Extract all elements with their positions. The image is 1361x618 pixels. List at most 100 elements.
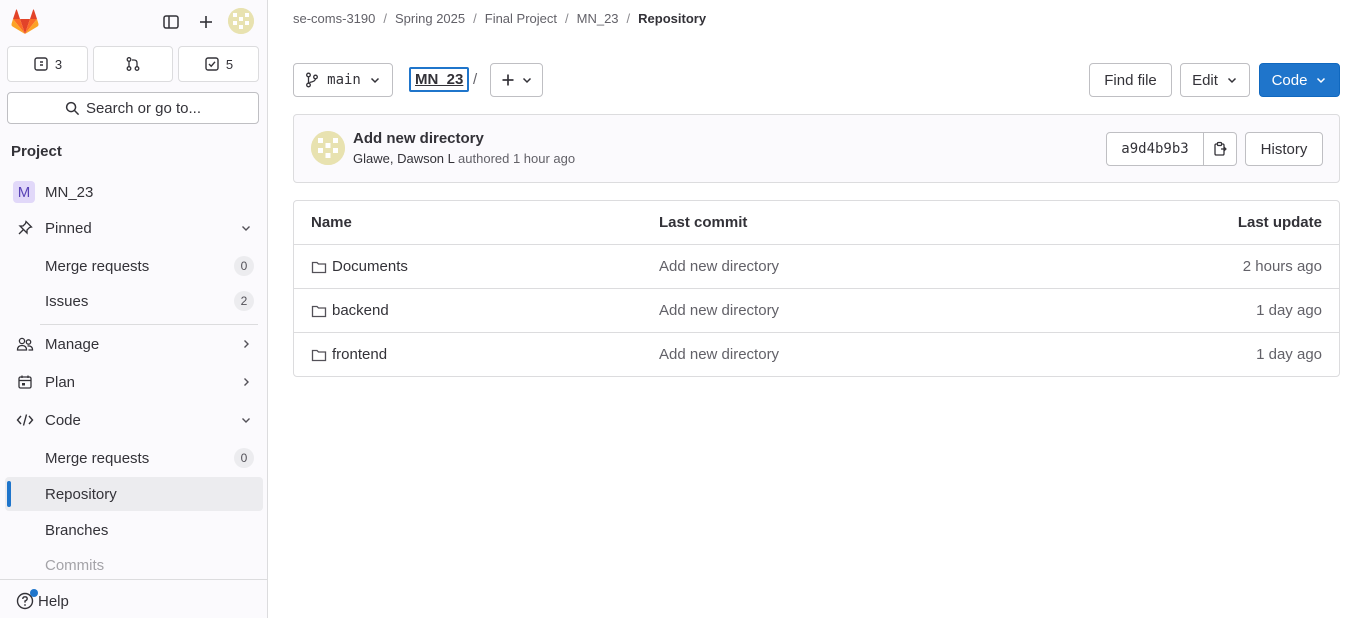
- sidebar-item-repository[interactable]: Repository: [5, 477, 263, 511]
- column-header-last-commit: Last commit: [659, 214, 748, 231]
- chevron-down-icon: [1227, 77, 1236, 84]
- branch-icon: [306, 72, 319, 88]
- sidebar-item-pinned[interactable]: Pinned: [5, 211, 263, 245]
- file-name[interactable]: Documents: [332, 258, 408, 275]
- column-header-last-update: Last update: [1237, 214, 1322, 231]
- user-avatar[interactable]: [228, 8, 254, 34]
- sidebar-item-label: Plan: [45, 373, 76, 391]
- last-commit-cell[interactable]: Add new directory: [659, 346, 779, 363]
- file-name-cell[interactable]: backend: [311, 302, 389, 319]
- pin-icon: [15, 218, 35, 238]
- section-title: Project: [11, 143, 62, 160]
- issues-icon: [34, 57, 48, 71]
- last-commit-panel: Add new directory Glawe, Dawson L author…: [293, 114, 1340, 183]
- count-badge: 2: [234, 291, 254, 311]
- commit-author[interactable]: Glawe, Dawson L: [353, 151, 454, 166]
- merge-requests-counter-button[interactable]: [93, 46, 173, 82]
- breadcrumb: se-coms-3190 / Spring 2025 / Final Proje…: [293, 11, 707, 26]
- find-file-button[interactable]: Find file: [1089, 63, 1172, 97]
- help-label: Help: [38, 592, 69, 610]
- todos-counter-button[interactable]: 5: [178, 46, 259, 82]
- todo-icon: [205, 57, 219, 71]
- issues-count: 3: [54, 56, 63, 72]
- sidebar-footer: Help: [0, 579, 267, 618]
- file-name[interactable]: backend: [332, 302, 389, 319]
- last-commit-cell[interactable]: Add new directory: [659, 258, 779, 275]
- branch-selector[interactable]: main: [293, 63, 393, 97]
- chevron-down-icon: [239, 413, 253, 427]
- help-icon: [16, 589, 38, 610]
- divider: [40, 324, 258, 325]
- edit-dropdown-button[interactable]: Edit: [1180, 63, 1250, 97]
- sidebar-toggle-icon[interactable]: [158, 9, 184, 35]
- sidebar-header: [0, 0, 267, 42]
- help-button[interactable]: Help: [16, 589, 69, 610]
- sidebar-item-label: Pinned: [45, 219, 92, 237]
- gitlab-logo-icon[interactable]: [10, 7, 40, 35]
- breadcrumb-current[interactable]: Repository: [638, 11, 706, 26]
- sidebar: 3 5 Search or go to... Project M MN_23 P…: [0, 0, 268, 618]
- sidebar-item-label: Merge requests: [45, 449, 150, 467]
- sidebar-item-pinned-issues[interactable]: Issues 2: [5, 284, 263, 318]
- path-separator: /: [473, 71, 478, 88]
- project-name: MN_23: [45, 183, 94, 201]
- sidebar-item-manage[interactable]: Manage: [5, 327, 263, 361]
- file-name-cell[interactable]: Documents: [311, 258, 408, 275]
- history-button[interactable]: History: [1245, 132, 1323, 166]
- file-tree-table: Name Last commit Last update Documents A…: [293, 200, 1340, 377]
- folder-icon: [311, 349, 327, 361]
- code-dropdown-button[interactable]: Code: [1259, 63, 1340, 97]
- breadcrumb-item[interactable]: Final Project: [485, 11, 557, 26]
- sidebar-item-label: Repository: [45, 485, 117, 503]
- commit-meta: Glawe, Dawson L authored 1 hour ago: [353, 151, 575, 166]
- table-row[interactable]: frontend Add new directory 1 day ago: [294, 333, 1339, 377]
- sidebar-item-code-merge-requests[interactable]: Merge requests 0: [5, 441, 263, 475]
- create-new-icon[interactable]: [193, 9, 219, 35]
- sidebar-item-project[interactable]: M MN_23: [5, 175, 263, 209]
- add-to-tree-button[interactable]: [490, 63, 543, 97]
- breadcrumb-item[interactable]: MN_23: [577, 11, 619, 26]
- sidebar-item-label: Code: [45, 411, 81, 429]
- last-update-cell: 1 day ago: [1256, 346, 1322, 363]
- repo-root-link[interactable]: MN_23: [409, 67, 470, 92]
- column-header-name: Name: [311, 214, 352, 231]
- todos-count: 5: [225, 56, 234, 72]
- count-badge: 0: [234, 448, 254, 468]
- chevron-down-icon: [239, 221, 253, 235]
- table-header: Name Last commit Last update: [294, 201, 1339, 245]
- sidebar-item-code[interactable]: Code: [5, 403, 263, 437]
- folder-icon: [311, 261, 327, 273]
- table-row[interactable]: backend Add new directory 1 day ago: [294, 289, 1339, 333]
- project-avatar: M: [13, 181, 35, 203]
- file-name-cell[interactable]: frontend: [311, 346, 387, 363]
- last-commit-cell[interactable]: Add new directory: [659, 302, 779, 319]
- sidebar-item-branches[interactable]: Branches: [5, 513, 263, 547]
- issues-counter-button[interactable]: 3: [7, 46, 88, 82]
- sidebar-item-pinned-merge-requests[interactable]: Merge requests 0: [5, 249, 263, 283]
- sidebar-item-label: Manage: [45, 335, 100, 353]
- search-button[interactable]: Search or go to...: [7, 92, 259, 124]
- plus-icon: [502, 74, 513, 86]
- commit-title[interactable]: Add new directory: [353, 130, 484, 147]
- copy-sha-button[interactable]: [1204, 132, 1237, 166]
- breadcrumb-item[interactable]: Spring 2025: [395, 11, 465, 26]
- commit-authored-time: authored 1 hour ago: [458, 151, 576, 166]
- counter-row: 3 5: [7, 46, 259, 82]
- notification-dot: [30, 589, 38, 597]
- file-name[interactable]: frontend: [332, 346, 387, 363]
- breadcrumb-item[interactable]: se-coms-3190: [293, 11, 375, 26]
- table-row[interactable]: Documents Add new directory 2 hours ago: [294, 245, 1339, 289]
- branch-name: main: [327, 72, 361, 88]
- edit-label: Edit: [1192, 71, 1218, 89]
- commit-sha[interactable]: a9d4b9b3: [1106, 132, 1204, 166]
- commit-author-avatar[interactable]: [311, 131, 345, 165]
- folder-icon: [311, 305, 327, 317]
- sidebar-item-commits[interactable]: Commits: [5, 548, 263, 582]
- chevron-right-icon: [239, 337, 253, 351]
- merge-request-icon: [126, 57, 140, 71]
- sidebar-item-plan[interactable]: Plan: [5, 365, 263, 399]
- users-icon: [15, 334, 35, 354]
- count-badge: 0: [234, 256, 254, 276]
- code-label: Code: [1271, 71, 1308, 89]
- calendar-icon: [15, 372, 35, 392]
